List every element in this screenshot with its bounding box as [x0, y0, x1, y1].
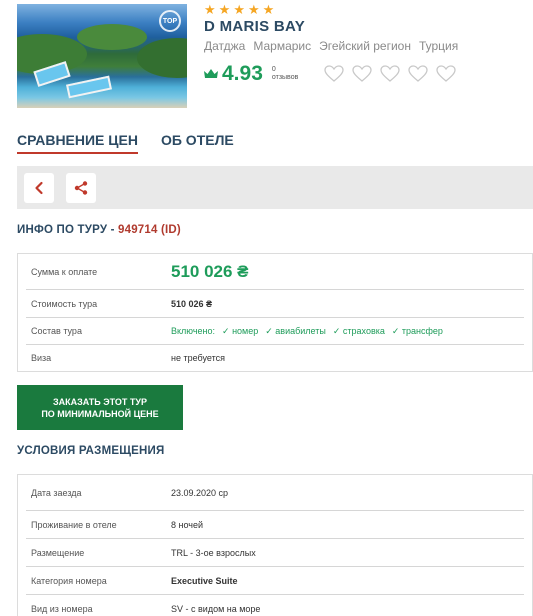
heart-icon [380, 65, 400, 82]
heart-icon [324, 65, 344, 82]
included-item: авиабилеты [265, 326, 326, 337]
table-row: Категория номера Executive Suite [26, 567, 524, 595]
table-row: Дата заезда 23.09.2020 ср [26, 475, 524, 511]
back-button[interactable] [24, 173, 54, 203]
top-badge: TOP [159, 10, 181, 32]
table-row: Стоимость тура 510 026 ₴ [26, 290, 524, 318]
payment-label: Сумма к оплате [31, 266, 98, 277]
visa-value: не требуется [171, 353, 225, 363]
composition-label: Состав тура [31, 326, 82, 336]
action-toolbar [17, 166, 533, 209]
room-view-value: SV - с видом на море [171, 604, 261, 614]
star-icon: ★ [262, 2, 275, 17]
placement-label: Размещение [31, 547, 85, 558]
crown-icon [204, 69, 218, 78]
checkin-value: 23.09.2020 ср [171, 487, 229, 498]
placement-value: TRL - 3-ое взрослых [171, 547, 256, 558]
heart-icon [408, 65, 428, 82]
location-town: Мармарис [253, 39, 312, 53]
table-row: Размещение TRL - 3-ое взрослых [26, 539, 524, 567]
tour-info-table: Сумма к оплате 510 026 ₴ Стоимость тура … [17, 253, 533, 372]
accommodation-title: УСЛОВИЯ РАЗМЕЩЕНИЯ [17, 445, 165, 457]
table-row: Вид из номера SV - с видом на море [26, 595, 524, 616]
reviews-number: 0 [271, 66, 276, 73]
tour-id: 949714 (ID) [118, 224, 181, 236]
order-button-line1: ЗАКАЗАТЬ ЭТОТ ТУР [52, 396, 148, 407]
table-row: Виза не требуется [26, 345, 524, 371]
star-icon: ★ [233, 2, 245, 17]
heart-icon [352, 65, 372, 82]
star-icon: ★ [204, 2, 216, 17]
room-category-label: Категория номера [31, 575, 107, 586]
star-icon: ★ [247, 2, 260, 17]
table-row: Сумма к оплате 510 026 ₴ [26, 254, 524, 290]
rating-value: 4.93 [222, 62, 263, 85]
included-list: Включено: номер авиабилеты страховка тра… [171, 326, 443, 337]
hotel-rating: 4.93 0 отзывов [204, 62, 298, 86]
heart-icon [436, 65, 456, 82]
hotel-location: Датджа Мармарис Эгейский регион Турция [204, 39, 458, 53]
table-row: Состав тура Включено: номер авиабилеты с… [26, 318, 524, 345]
stay-label: Проживание в отеле [31, 519, 117, 530]
visa-label: Виза [31, 353, 52, 363]
tab-bar: СРАВНЕНИЕ ЦЕН ОБ ОТЕЛЕ [17, 132, 234, 154]
cost-label: Стоимость тура [31, 298, 98, 309]
payment-amount: 510 026 ₴ [171, 261, 249, 281]
tour-info-label: ИНФО ПО ТУРУ - [17, 224, 115, 236]
hotel-stars: ★ ★ ★ ★ ★ [204, 3, 274, 16]
included-prefix: Включено: [171, 325, 216, 336]
hotel-photo[interactable]: TOP [17, 4, 187, 108]
reviews-label: отзывов [271, 74, 299, 81]
location-region: Эгейский регион [319, 39, 411, 53]
room-category-value: Executive Suite [171, 575, 238, 586]
included-item: страховка [333, 326, 385, 337]
room-view-label: Вид из номера [31, 604, 93, 614]
cost-value: 510 026 ₴ [171, 298, 213, 309]
stay-value: 8 ночей [171, 519, 204, 530]
order-button-line2: ПО МИНИМАЛЬНОЙ ЦЕНЕ [41, 408, 159, 419]
tab-about-hotel[interactable]: ОБ ОТЕЛЕ [161, 132, 234, 154]
included-item: трансфер [392, 326, 443, 337]
hotel-name[interactable]: D MARIS BAY [204, 18, 305, 35]
accommodation-table: Дата заезда 23.09.2020 ср Проживание в о… [17, 474, 533, 616]
reviews-count[interactable]: 0 отзывов [272, 66, 298, 82]
share-button[interactable] [66, 173, 96, 203]
table-row: Проживание в отеле 8 ночей [26, 511, 524, 539]
share-icon [74, 181, 88, 195]
location-city: Датджа [204, 39, 246, 53]
chevron-left-icon [35, 181, 43, 195]
included-item: номер [222, 326, 258, 337]
tour-info-title: ИНФО ПО ТУРУ - 949714 (ID) [17, 224, 181, 236]
location-country: Турция [418, 39, 459, 53]
checkin-label: Дата заезда [31, 487, 82, 498]
heart-rating [324, 65, 456, 83]
star-icon: ★ [218, 2, 231, 17]
order-tour-button[interactable]: ЗАКАЗАТЬ ЭТОТ ТУР ПО МИНИМАЛЬНОЙ ЦЕНЕ [17, 385, 183, 430]
tab-price-comparison[interactable]: СРАВНЕНИЕ ЦЕН [17, 132, 138, 154]
